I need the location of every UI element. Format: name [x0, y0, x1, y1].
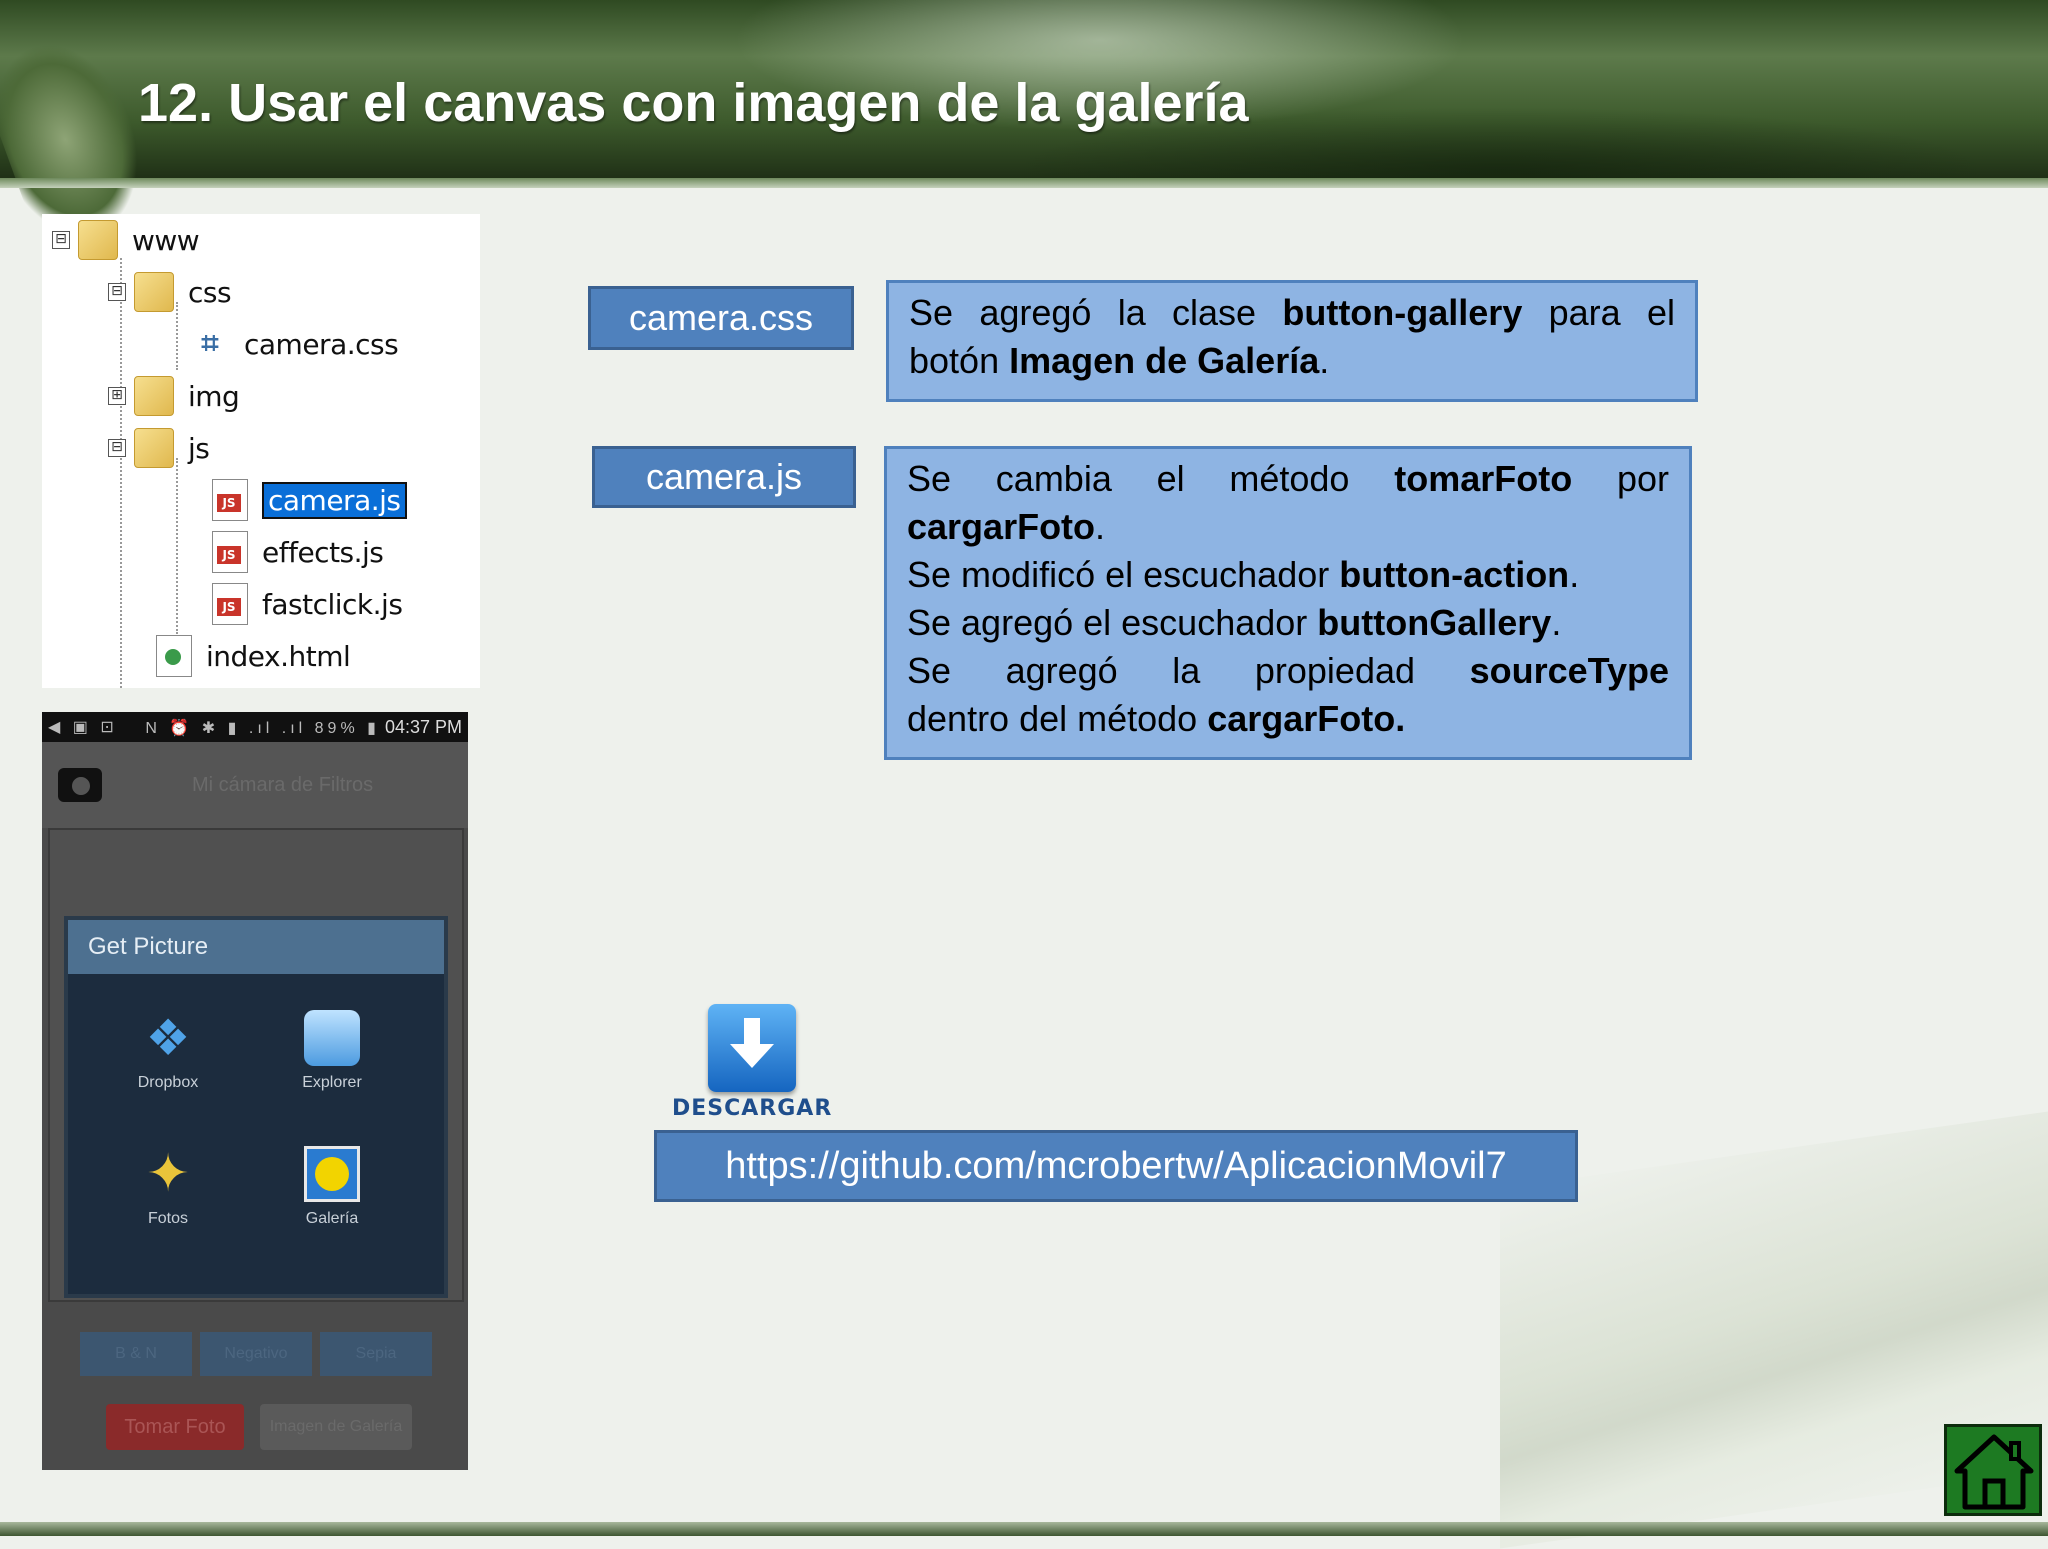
- collapse-toggle-icon[interactable]: ⊟: [108, 283, 126, 301]
- action-buttons: Tomar Foto Imagen de Galería: [106, 1404, 412, 1450]
- tree-node-label: www: [132, 223, 200, 257]
- collapse-toggle-icon[interactable]: ⊟: [52, 231, 70, 249]
- option-label: Fotos: [147, 1210, 188, 1227]
- phone-app-title: Mi cámara de Filtros: [192, 773, 374, 796]
- js-file-icon: JS: [212, 479, 248, 521]
- css-file-icon: ⌗: [201, 326, 219, 361]
- desc-line: cargarFoto.: [907, 506, 1106, 547]
- camera-js-label: camera.js: [592, 446, 856, 508]
- js-file-icon: JS: [212, 583, 248, 625]
- folder-icon: [134, 428, 174, 468]
- filter-buttons: B & N Negativo Sepia: [80, 1332, 432, 1376]
- tree-node-www[interactable]: ⊟ www: [52, 216, 200, 264]
- camera-css-description: Se agregó la clase button-gallery para e…: [886, 280, 1698, 402]
- download-label[interactable]: DESCARGAR: [672, 1096, 832, 1121]
- status-icons-right: N ⏰ ✱ ▮ .ıl .ıl 89% ▮: [145, 719, 380, 737]
- desc-line: Se agregó el escuchador buttonGallery.: [907, 602, 1562, 643]
- dialog-app-grid: ❖ Dropbox Explorer ✦ Fotos Galería: [68, 974, 444, 1294]
- galeria-option[interactable]: Galería: [272, 1146, 392, 1228]
- tree-node-fastclick-js[interactable]: JS fastclick.js: [212, 580, 403, 628]
- tree-node-label: camera.css: [244, 327, 399, 361]
- tree-node-img[interactable]: ⊞ img: [108, 372, 240, 420]
- camera-icon[interactable]: [58, 768, 102, 802]
- tree-node-label: effects.js: [262, 535, 384, 569]
- filter-sepia-button[interactable]: Sepia: [320, 1332, 432, 1376]
- desc-line: Se agregó la propiedad sourceType: [907, 650, 1669, 691]
- tree-node-label: img: [188, 379, 240, 413]
- dropbox-icon: ❖: [145, 1010, 191, 1066]
- tree-node-camera-js[interactable]: JS camera.js: [212, 476, 407, 524]
- desc-line: Se modificó el escuchador button-action.: [907, 554, 1580, 595]
- tree-node-index-html[interactable]: index.html: [156, 632, 351, 680]
- dialog-title: Get Picture: [68, 920, 444, 974]
- tree-node-label-selected: camera.js: [262, 481, 407, 519]
- home-icon: [1954, 1434, 2034, 1510]
- phone-app-bar: Mi cámara de Filtros: [42, 742, 468, 828]
- html-file-icon: [156, 635, 192, 677]
- explorer-icon: [304, 1010, 360, 1066]
- tree-guide-line: [120, 258, 122, 688]
- galeria-icon: [304, 1146, 360, 1202]
- tree-node-effects-js[interactable]: JS effects.js: [212, 528, 384, 576]
- dropbox-option[interactable]: ❖ Dropbox: [108, 1010, 228, 1092]
- status-icons-left: ◀ ▣ ⊡: [48, 719, 118, 736]
- tree-node-js[interactable]: ⊟ js: [108, 424, 210, 472]
- tree-node-label: js: [188, 431, 210, 465]
- tree-node-label: fastclick.js: [262, 587, 403, 621]
- filter-negativo-button[interactable]: Negativo: [200, 1332, 312, 1376]
- folder-icon: [134, 272, 174, 312]
- tree-node-camera-css[interactable]: ⌗ camera.css: [190, 320, 399, 368]
- gallery-image-button[interactable]: Imagen de Galería: [260, 1404, 412, 1450]
- folder-icon: [134, 376, 174, 416]
- get-picture-dialog: Get Picture ❖ Dropbox Explorer ✦ Fotos G…: [68, 920, 444, 1294]
- github-url-link[interactable]: https://github.com/mcrobertw/AplicacionM…: [654, 1130, 1578, 1202]
- expand-toggle-icon[interactable]: ⊞: [108, 387, 126, 405]
- option-label: Galería: [305, 1210, 359, 1227]
- desc-line: Se agregó la clase button-gallery para e…: [909, 292, 1675, 333]
- camera-css-label: camera.css: [588, 286, 854, 350]
- download-arrow-icon[interactable]: [708, 1004, 796, 1092]
- folder-icon: [78, 220, 118, 260]
- phone-screenshot: ◀ ▣ ⊡ N ⏰ ✱ ▮ .ıl .ıl 89% ▮ 04:37 PM Mi …: [42, 712, 468, 1470]
- tree-node-css[interactable]: ⊟ css: [108, 268, 232, 316]
- footer-bar: [0, 1522, 2048, 1536]
- camera-js-description: Se cambia el método tomarFoto por cargar…: [884, 446, 1692, 760]
- explorer-option[interactable]: Explorer: [272, 1010, 392, 1092]
- desc-line: dentro del método cargarFoto.: [907, 698, 1406, 739]
- filter-bn-button[interactable]: B & N: [80, 1332, 192, 1376]
- status-time: 04:37 PM: [384, 716, 462, 737]
- tree-guide-line: [176, 458, 178, 634]
- desc-line: botón Imagen de Galería.: [909, 340, 1330, 381]
- js-file-icon: JS: [212, 531, 248, 573]
- phone-status-bar: ◀ ▣ ⊡ N ⏰ ✱ ▮ .ıl .ıl 89% ▮ 04:37 PM: [42, 712, 468, 742]
- option-label: Explorer: [302, 1074, 362, 1091]
- home-button[interactable]: [1944, 1424, 2042, 1516]
- fotos-icon: ✦: [146, 1145, 190, 1203]
- collapse-toggle-icon[interactable]: ⊟: [108, 439, 126, 457]
- slide-title: 12. Usar el canvas con imagen de la gale…: [138, 73, 1249, 133]
- tree-node-label: css: [188, 275, 232, 309]
- desc-line: Se cambia el método tomarFoto por: [907, 458, 1669, 499]
- tree-node-label: index.html: [206, 639, 351, 673]
- fotos-option[interactable]: ✦ Fotos: [108, 1146, 228, 1228]
- option-label: Dropbox: [137, 1074, 199, 1091]
- take-photo-button[interactable]: Tomar Foto: [106, 1404, 244, 1450]
- project-file-tree: ⊟ www ⊟ css ⌗ camera.css ⊞ img ⊟ js JS c…: [42, 214, 480, 688]
